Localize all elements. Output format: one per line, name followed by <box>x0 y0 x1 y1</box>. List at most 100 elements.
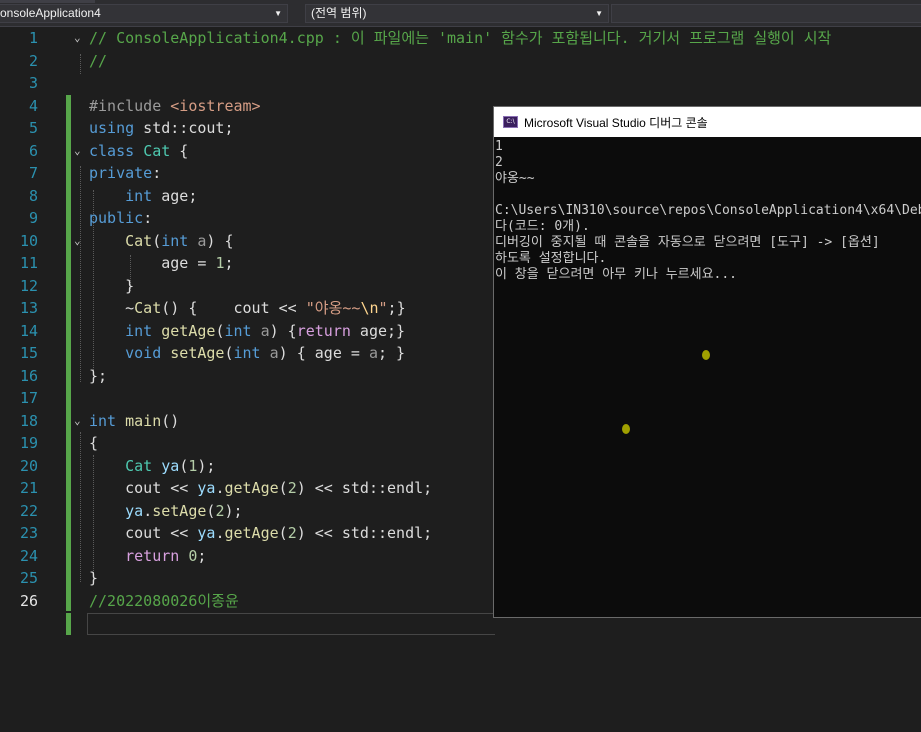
code-text: class Cat { <box>89 140 188 162</box>
global-scope-value: (전역 범위) <box>311 6 367 20</box>
code-token: // <box>89 51 108 70</box>
line-number: 17 <box>19 389 38 407</box>
console-output: 1 2 야옹~~ C:\Users\IN310\source\repos\Consol… <box>495 139 921 283</box>
code-text: Cat(int a) { <box>89 230 233 252</box>
code-token: setAge <box>152 501 207 520</box>
code-text: // <box>89 50 107 72</box>
console-line: 하도록 설정합니다. <box>495 251 607 266</box>
line-number: 19 <box>19 434 38 452</box>
console-line: 야옹~~ <box>495 171 535 186</box>
code-token: // ConsoleApplication4.cpp : 이 파일에는 'mai… <box>89 29 832 47</box>
navigation-bar: onsoleApplication4 ▼ (전역 범위) ▼ <box>0 0 921 27</box>
code-token: }; <box>89 366 108 385</box>
code-text: } <box>89 567 98 589</box>
code-token: int <box>161 231 189 250</box>
line-number: 4 <box>28 96 38 115</box>
console-line: 2 <box>495 155 503 170</box>
console-line: 다(코드: 0개). <box>495 219 590 234</box>
change-indicator-bar-current <box>66 613 71 635</box>
line-number: 18 <box>19 411 38 430</box>
code-token: ) { age = <box>278 344 369 362</box>
console-title-bar[interactable]: C:\ Microsoft Visual Studio 디버그 콘솔 <box>494 107 921 137</box>
code-token: private <box>89 164 153 182</box>
fold-toggle-icon[interactable]: ⌄ <box>74 413 81 429</box>
code-token: public <box>89 209 144 227</box>
code-token: { <box>170 141 189 160</box>
global-scope-dropdown[interactable]: (전역 범위) ▼ <box>305 4 609 23</box>
code-text: public: <box>89 207 152 229</box>
code-token: () <box>161 411 180 430</box>
line-number: 10 <box>19 231 38 250</box>
code-line[interactable]: 2 // <box>0 50 921 72</box>
line-number: 11 <box>19 254 38 272</box>
console-app-icon: C:\ <box>503 116 518 128</box>
console-line: 디버깅이 중지될 때 콘솔을 자동으로 닫으려면 [도구] -> [옵션] <box>495 235 880 250</box>
code-token: int <box>233 344 261 362</box>
code-token: using <box>89 119 135 137</box>
code-token: main <box>125 411 162 430</box>
code-line[interactable]: 1 ⌄ // ConsoleApplication4.cpp : 이 파일에는 'm… <box>0 27 921 49</box>
code-token: ( <box>278 479 288 497</box>
code-token: \n <box>360 299 379 317</box>
code-token: #include <box>89 96 171 115</box>
code-token: ;} <box>387 299 406 317</box>
code-text: cout << ya.getAge(2) << std::endl; <box>89 522 432 544</box>
line-number: 6 <box>28 141 38 160</box>
code-text: int age; <box>89 185 197 207</box>
project-scope-dropdown[interactable]: onsoleApplication4 ▼ <box>0 4 288 23</box>
code-text: age = 1; <box>89 252 233 274</box>
fold-toggle-icon[interactable]: ⌄ <box>74 233 81 249</box>
code-text: ya.setAge(2); <box>89 500 242 522</box>
code-text: //2022080026이종윤 <box>89 590 239 612</box>
fold-toggle-icon[interactable]: ⌄ <box>74 30 81 46</box>
code-text: private: <box>89 162 161 184</box>
code-text: cout << ya.getAge(2) << std::endl; <box>89 477 432 499</box>
debug-console-window[interactable]: C:\ Microsoft Visual Studio 디버그 콘솔 1 2 야옹~… <box>493 106 921 618</box>
code-token: ); <box>197 456 216 475</box>
document-tab-stub[interactable] <box>0 0 95 3</box>
code-text: void setAge(int a) { age = a; } <box>89 342 405 364</box>
current-line-highlight <box>87 613 495 635</box>
code-token: ( <box>179 456 189 475</box>
code-token: Cat <box>143 141 171 160</box>
code-token: ya <box>161 456 180 475</box>
line-number: 5 <box>28 119 38 137</box>
code-token: getAge <box>224 524 279 542</box>
code-token: () { cout << <box>161 299 306 317</box>
code-token: ) { <box>269 321 297 340</box>
code-token: ; } <box>378 344 406 362</box>
code-token: void <box>125 344 162 362</box>
code-line[interactable]: 3 <box>0 72 921 94</box>
code-token: age; <box>152 186 198 205</box>
code-token: Cat <box>125 456 153 475</box>
line-number: 20 <box>19 456 38 475</box>
code-token: { <box>89 434 99 452</box>
code-text: using std::cout; <box>89 117 234 139</box>
code-token: int <box>125 321 153 340</box>
code-token: Cat <box>134 299 162 317</box>
line-number: 21 <box>19 479 38 497</box>
console-title: Microsoft Visual Studio 디버그 콘솔 <box>524 116 708 130</box>
project-scope-value: onsoleApplication4 <box>0 6 101 20</box>
cursor-mark <box>622 424 630 434</box>
line-number: 26 <box>19 591 38 610</box>
code-token: ~ <box>89 299 135 317</box>
code-token: a <box>368 344 378 362</box>
code-token: ya <box>197 479 216 497</box>
code-text: Cat ya(1); <box>89 455 215 477</box>
code-token: : <box>152 164 162 182</box>
fold-toggle-icon[interactable]: ⌄ <box>74 143 81 159</box>
member-scope-dropdown[interactable] <box>611 4 921 23</box>
code-token: getAge <box>224 479 279 497</box>
console-line: 1 <box>495 139 503 154</box>
code-token: Cat <box>125 231 153 250</box>
code-token: int <box>125 186 153 205</box>
